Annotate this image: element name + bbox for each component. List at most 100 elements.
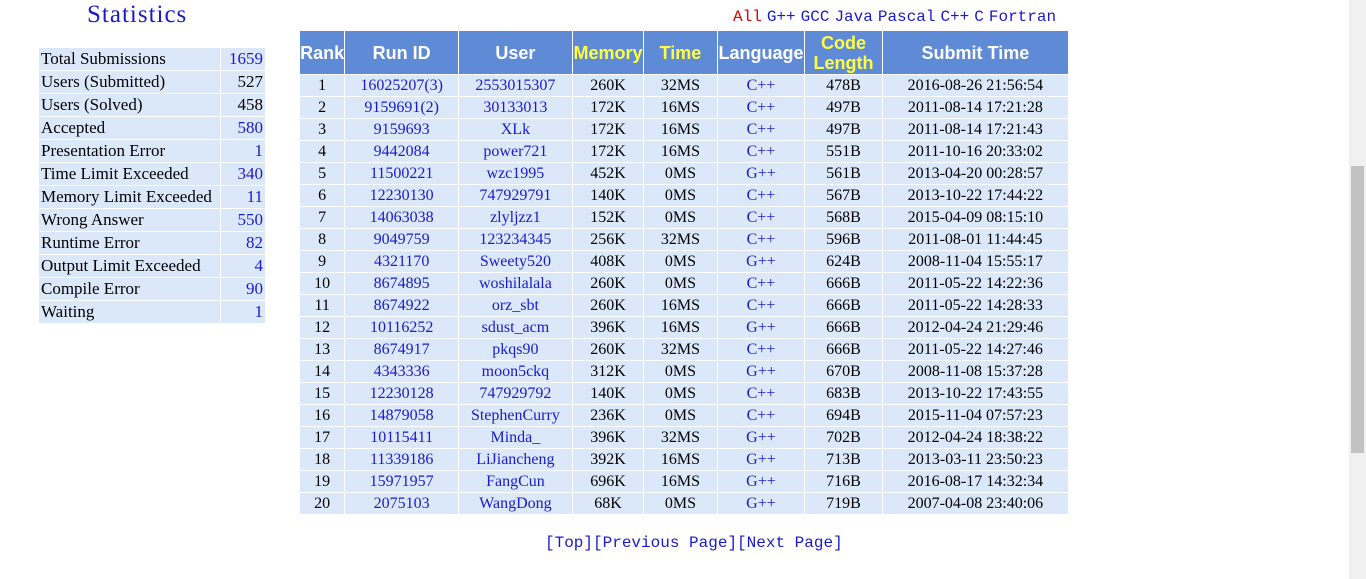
ranking-header-row: Rank Run ID User Memory Time Language Co… bbox=[300, 31, 1068, 74]
statistics-value[interactable]: 4 bbox=[221, 255, 265, 277]
language-link[interactable]: C++ bbox=[717, 405, 805, 426]
statistics-value[interactable]: 1659 bbox=[221, 48, 265, 70]
user-link[interactable]: moon5ckq bbox=[459, 361, 572, 382]
language-link[interactable]: C++ bbox=[717, 75, 805, 96]
language-link[interactable]: G++ bbox=[717, 427, 805, 448]
run-id-link[interactable]: 10116252 bbox=[345, 317, 459, 338]
statistics-value[interactable]: 11 bbox=[221, 186, 265, 208]
language-link[interactable]: G++ bbox=[717, 449, 805, 470]
language-link[interactable]: C++ bbox=[717, 295, 805, 316]
language-link[interactable]: C++ bbox=[717, 207, 805, 228]
run-id-link[interactable]: 14879058 bbox=[345, 405, 459, 426]
run-id-link[interactable]: 8674917 bbox=[345, 339, 459, 360]
language-filter-option[interactable]: GCC bbox=[801, 8, 830, 26]
statistics-value[interactable]: 580 bbox=[221, 117, 265, 139]
language-filter-option[interactable]: G++ bbox=[767, 8, 796, 26]
run-id-link[interactable]: 8674895 bbox=[345, 273, 459, 294]
header-rank[interactable]: Rank bbox=[300, 31, 345, 74]
user-link[interactable]: WangDong bbox=[459, 493, 572, 514]
submit-time-cell: 2011-10-16 20:33:02 bbox=[882, 141, 1068, 162]
language-filter-option[interactable]: Fortran bbox=[989, 8, 1056, 26]
user-link[interactable]: XLk bbox=[459, 119, 572, 140]
language-link[interactable]: C++ bbox=[717, 141, 805, 162]
language-link[interactable]: G++ bbox=[717, 163, 805, 184]
run-id-link[interactable]: 4343336 bbox=[345, 361, 459, 382]
pager-next-link[interactable]: [Next Page] bbox=[737, 534, 843, 552]
language-link[interactable]: G++ bbox=[717, 361, 805, 382]
run-id-link[interactable]: 9442084 bbox=[345, 141, 459, 162]
language-link[interactable]: C++ bbox=[717, 185, 805, 206]
language-filter-option[interactable]: Pascal bbox=[878, 8, 936, 26]
language-link[interactable]: C++ bbox=[717, 229, 805, 250]
run-id-link[interactable]: 16025207(3) bbox=[345, 75, 459, 96]
language-link[interactable]: C++ bbox=[717, 119, 805, 140]
scrollbar-thumb[interactable] bbox=[1351, 166, 1364, 453]
statistics-value[interactable]: 82 bbox=[221, 232, 265, 254]
run-id-link[interactable]: 8674922 bbox=[345, 295, 459, 316]
user-link[interactable]: sdust_acm bbox=[459, 317, 572, 338]
pager-top-link[interactable]: [Top] bbox=[545, 534, 593, 552]
run-id-link[interactable]: 11500221 bbox=[345, 163, 459, 184]
language-filter-all[interactable]: All bbox=[733, 8, 762, 26]
language-filter-option[interactable]: C bbox=[974, 8, 984, 26]
header-run-id[interactable]: Run ID bbox=[345, 31, 459, 74]
language-link[interactable]: G++ bbox=[717, 493, 805, 514]
pager-previous-link[interactable]: [Previous Page] bbox=[593, 534, 737, 552]
header-time[interactable]: Time bbox=[644, 31, 717, 74]
vertical-scrollbar[interactable] bbox=[1349, 0, 1366, 579]
run-id-link[interactable]: 11339186 bbox=[345, 449, 459, 470]
memory-cell: 396K bbox=[572, 427, 644, 448]
header-code-length[interactable]: Code Length bbox=[805, 31, 882, 74]
time-cell: 16MS bbox=[644, 141, 717, 162]
header-submit-time[interactable]: Submit Time bbox=[882, 31, 1068, 74]
statistics-value[interactable]: 340 bbox=[221, 163, 265, 185]
user-link[interactable]: StephenCurry bbox=[459, 405, 572, 426]
run-id-link[interactable]: 14063038 bbox=[345, 207, 459, 228]
language-link[interactable]: C++ bbox=[717, 339, 805, 360]
user-link[interactable]: wzc1995 bbox=[459, 163, 572, 184]
user-link[interactable]: zlyljzz1 bbox=[459, 207, 572, 228]
language-link[interactable]: G++ bbox=[717, 317, 805, 338]
user-link[interactable]: orz_sbt bbox=[459, 295, 572, 316]
language-link[interactable]: C++ bbox=[717, 97, 805, 118]
language-link[interactable]: G++ bbox=[717, 251, 805, 272]
user-link[interactable]: Sweety520 bbox=[459, 251, 572, 272]
user-link[interactable]: 123234345 bbox=[459, 229, 572, 250]
run-id-link[interactable]: 9049759 bbox=[345, 229, 459, 250]
run-id-link[interactable]: 9159693 bbox=[345, 119, 459, 140]
user-link[interactable]: 30133013 bbox=[459, 97, 572, 118]
user-link[interactable]: 747929792 bbox=[459, 383, 572, 404]
run-id-link[interactable]: 10115411 bbox=[345, 427, 459, 448]
language-link[interactable]: C++ bbox=[717, 383, 805, 404]
header-user[interactable]: User bbox=[459, 31, 572, 74]
user-link[interactable]: power721 bbox=[459, 141, 572, 162]
user-link[interactable]: pkqs90 bbox=[459, 339, 572, 360]
submit-time-cell: 2013-04-20 00:28:57 bbox=[882, 163, 1068, 184]
rank-cell: 6 bbox=[300, 185, 345, 206]
language-link[interactable]: G++ bbox=[717, 471, 805, 492]
run-id-link[interactable]: 15971957 bbox=[345, 471, 459, 492]
run-id-link[interactable]: 12230128 bbox=[345, 383, 459, 404]
language-filter-option[interactable]: Java bbox=[834, 8, 872, 26]
run-id-link[interactable]: 12230130 bbox=[345, 185, 459, 206]
statistics-value[interactable]: 1 bbox=[221, 140, 265, 162]
user-link[interactable]: LiJiancheng bbox=[459, 449, 572, 470]
header-language[interactable]: Language bbox=[717, 31, 805, 74]
run-id-link[interactable]: 4321170 bbox=[345, 251, 459, 272]
language-link[interactable]: C++ bbox=[717, 273, 805, 294]
run-id-link[interactable]: 2075103 bbox=[345, 493, 459, 514]
header-memory[interactable]: Memory bbox=[572, 31, 644, 74]
statistics-value[interactable]: 90 bbox=[221, 278, 265, 300]
rank-cell: 8 bbox=[300, 229, 345, 250]
user-link[interactable]: woshilalala bbox=[459, 273, 572, 294]
user-link[interactable]: 747929791 bbox=[459, 185, 572, 206]
statistics-value[interactable]: 550 bbox=[221, 209, 265, 231]
rank-cell: 20 bbox=[300, 493, 345, 514]
statistics-value[interactable]: 1 bbox=[221, 301, 265, 323]
user-link[interactable]: Minda_ bbox=[459, 427, 572, 448]
user-link[interactable]: FangCun bbox=[459, 471, 572, 492]
user-link[interactable]: 2553015307 bbox=[459, 75, 572, 96]
run-id-link[interactable]: 9159691(2) bbox=[345, 97, 459, 118]
ranking-table: Rank Run ID User Memory Time Language Co… bbox=[299, 30, 1069, 515]
language-filter-option[interactable]: C++ bbox=[940, 8, 969, 26]
